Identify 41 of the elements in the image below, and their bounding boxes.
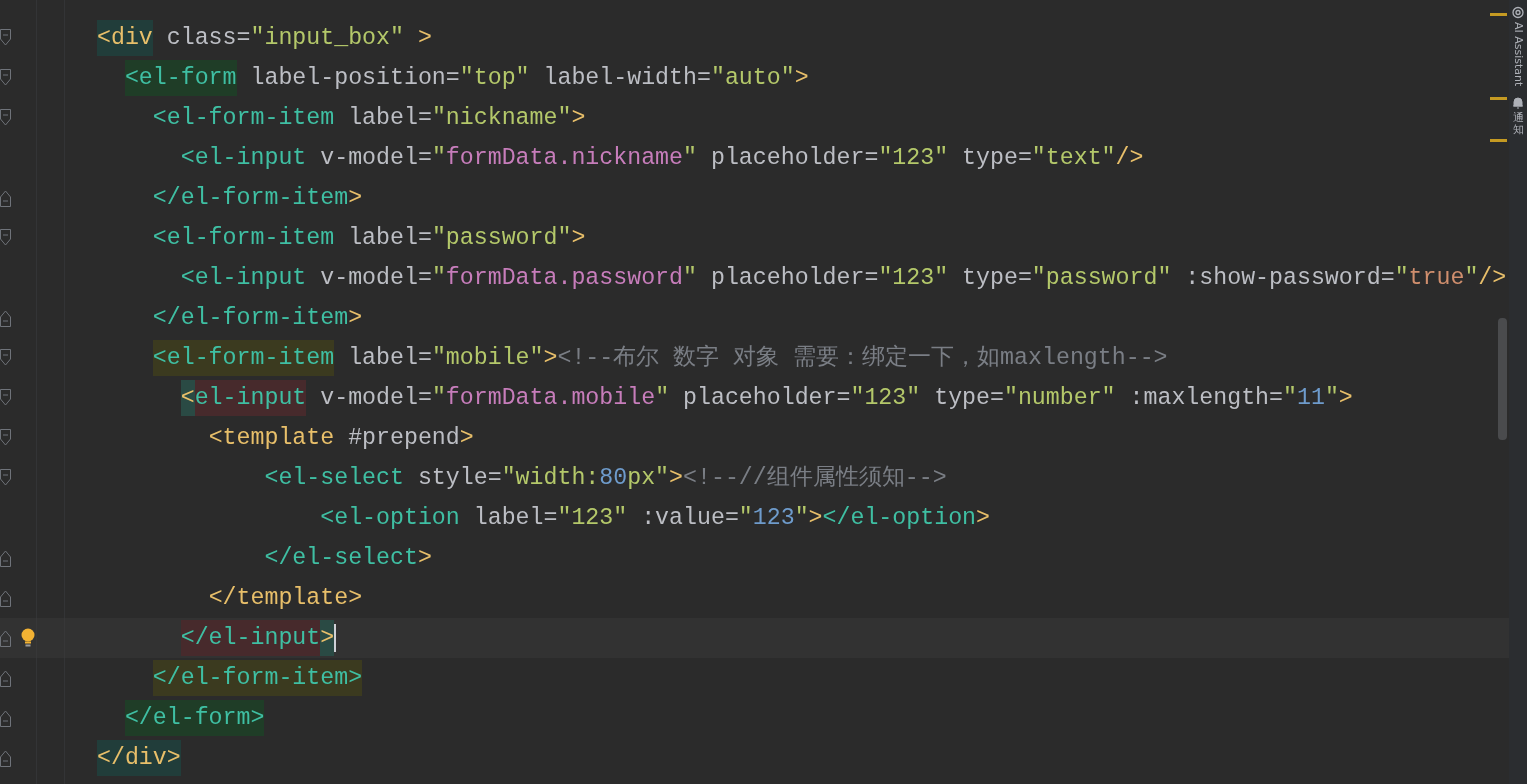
code-line: </el-form-item> <box>151 184 363 213</box>
fold-icon[interactable] <box>0 309 11 327</box>
fold-icon[interactable] <box>0 429 11 447</box>
notifications-tab[interactable]: 通知 <box>1512 96 1524 137</box>
code-line: <div class="input_box" > <box>97 20 432 56</box>
assistant-tab[interactable]: AI Assistant <box>1511 6 1525 87</box>
code-line: <el-input v-model="formData.password" placeholder="123" type="password" :show-password="true"/> <box>179 264 1507 293</box>
fold-icon[interactable] <box>0 109 11 127</box>
fold-icon[interactable] <box>0 229 11 247</box>
code-line: </template> <box>207 584 363 613</box>
code-line: <el-form label-position="top" label-width="auto"> <box>97 60 809 96</box>
code-line: <el-select style="width:80px"><!--//组件属性须知--> <box>263 464 947 493</box>
lightbulb-icon[interactable] <box>21 628 35 648</box>
scrollbar-thumb[interactable] <box>1498 318 1507 440</box>
code-line: </el-select> <box>263 544 432 573</box>
fold-icon[interactable] <box>0 589 11 607</box>
warning-marker[interactable] <box>1490 13 1507 16</box>
code-editor[interactable] <box>0 0 1509 784</box>
fold-icon[interactable] <box>0 749 11 767</box>
fold-icon[interactable] <box>0 709 11 727</box>
fold-icon[interactable] <box>0 549 11 567</box>
bell-icon <box>1512 96 1524 110</box>
code-line: <el-input v-model="formData.nickname" placeholder="123" type="text"/> <box>179 144 1144 173</box>
code-line: <template #prepend> <box>207 424 474 453</box>
spiral-icon <box>1512 6 1524 19</box>
warning-marker[interactable] <box>1490 139 1507 142</box>
fold-icon[interactable] <box>0 469 11 487</box>
code-line: <el-form-item label="nickname"> <box>151 104 586 133</box>
fold-icon[interactable] <box>0 349 11 367</box>
fold-icon[interactable] <box>0 629 11 647</box>
fold-icon[interactable] <box>0 189 11 207</box>
code-line: </el-form-item> <box>151 304 363 333</box>
fold-icon[interactable] <box>0 29 11 47</box>
code-line: <el-input v-model="formData.mobile" placeholder="123" type="number" :maxlength="11"> <box>97 380 1353 416</box>
fold-icon[interactable] <box>0 69 11 87</box>
code-line: <el-form-item label="mobile"><!--布尔 数字 对象 需要：绑定一下，如maxlength--> <box>97 340 1168 376</box>
fold-icon[interactable] <box>0 669 11 687</box>
fold-icon[interactable] <box>0 389 11 407</box>
warning-marker[interactable] <box>1490 97 1507 100</box>
code-line: <el-option label="123" :value="123"></el-option> <box>319 504 990 533</box>
code-line: <el-form-item label="password"> <box>151 224 586 253</box>
